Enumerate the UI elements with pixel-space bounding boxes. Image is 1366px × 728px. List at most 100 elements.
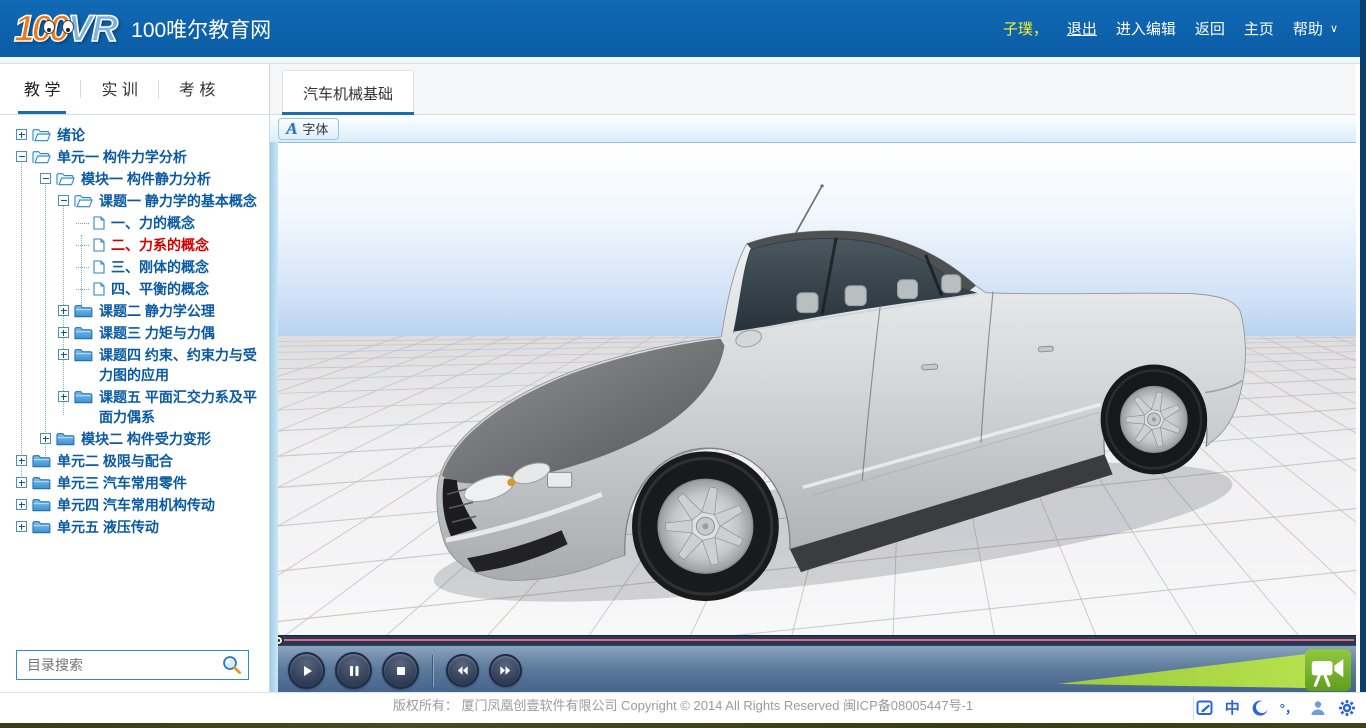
tree-item[interactable]: 单元三 汽车常用零件 [0,473,265,493]
top-header: 100 VR 100唯尔教育网 子璞， 退出 进入编辑 返回 主页 帮助 ∨ [0,0,1366,57]
tree-item[interactable]: 课题四 约束、约束力与受力图的应用 [0,345,265,385]
tree-item[interactable]: 三、刚体的概念 [0,257,265,277]
back-link[interactable]: 返回 [1195,18,1225,39]
pause-icon [346,663,362,679]
expand-icon[interactable] [58,349,69,360]
ime-punctuation[interactable]: °， [1280,702,1298,715]
controls-divider [433,655,434,687]
tree-item[interactable]: 单元二 极限与配合 [0,451,265,471]
tab-assessment[interactable]: 考 核 [173,64,221,114]
tree-item[interactable]: 一、力的概念 [0,213,265,233]
ime-fullwidth-moon-icon[interactable] [1251,699,1269,717]
ime-settings-gear-icon[interactable] [1338,699,1356,717]
search-input[interactable] [25,656,221,674]
camera-view-button[interactable] [1305,649,1351,691]
forward-button[interactable] [489,654,522,687]
speed-wedge [1058,654,1306,688]
expand-icon[interactable] [58,327,69,338]
expand-icon[interactable] [16,129,27,140]
play-icon [299,663,315,679]
font-icon: A [286,120,297,137]
tab-course-auto-mechanics[interactable]: 汽车机械基础 [282,70,414,114]
expand-icon[interactable] [16,521,27,532]
logo-100-text: 100 [14,8,67,50]
folder-closed-icon [56,432,75,446]
front-wheel [632,451,779,601]
3d-scene[interactable] [270,142,1356,635]
course-tree: 绪论 单元一 构件力学分析 模块一 构件静力分析 课题一 静力学的基本概念 [0,115,269,644]
folder-closed-icon [32,476,51,490]
sidebar-tabs: 教 学 实 训 考 核 [0,64,269,115]
folder-closed-icon [74,326,93,340]
folder-closed-icon [74,304,93,318]
car-model-viewport[interactable] [270,143,1356,635]
chevron-down-icon[interactable]: ∨ [1330,22,1338,35]
expand-icon[interactable] [58,305,69,316]
collapse-icon[interactable] [40,173,51,184]
right-edge-strip [1360,0,1366,692]
course-sidebar: 教 学 实 训 考 核 绪论 单元一 构件力 [0,64,270,692]
tab-teaching[interactable]: 教 学 [18,64,66,114]
stop-button[interactable] [382,652,419,689]
enter-edit-link[interactable]: 进入编辑 [1116,18,1176,39]
expand-icon[interactable] [16,499,27,510]
logout-link[interactable]: 退出 [1067,18,1097,39]
tree-item-selected[interactable]: 二、力系的概念 [0,235,265,255]
seek-bar[interactable] [270,635,1356,645]
font-button[interactable]: A 字体 [278,118,339,140]
tree-item[interactable]: 单元一 构件力学分析 [0,147,265,167]
tree-item[interactable]: 课题一 静力学的基本概念 [0,191,265,211]
viewer-toolbar: A 字体 [270,115,1356,142]
pause-button[interactable] [335,652,372,689]
rewind-icon [455,663,470,678]
site-title: 100唯尔教育网 [131,14,271,44]
copyright-text: 版权所有： 厦门凤凰创壹软件有限公司 Copyright © 2014 All … [0,693,1366,719]
stop-icon [393,663,409,679]
tab-divider [158,80,159,98]
tree-item[interactable]: 课题五 平面汇交力系及平面力偶系 [0,387,265,427]
document-icon [93,260,105,274]
document-icon [93,238,105,252]
tree-item[interactable]: 课题三 力矩与力偶 [0,323,265,343]
home-link[interactable]: 主页 [1244,18,1274,39]
logo-eye-icon [43,20,55,34]
folder-closed-icon [32,498,51,512]
folder-closed-icon [32,520,51,534]
document-icon [93,216,105,230]
ime-user-icon[interactable] [1309,699,1327,717]
username: 子璞， [1003,18,1048,39]
bottom-edge-strip [0,723,1366,728]
rear-wheel [1101,365,1208,475]
tree-item[interactable]: 模块一 构件静力分析 [0,169,265,189]
tree-item[interactable]: 绪论 [0,125,265,145]
folder-open-icon [32,150,51,164]
help-link[interactable]: 帮助 [1293,18,1323,39]
expand-icon[interactable] [16,477,27,488]
tree-item[interactable]: 课题二 静力学公理 [0,301,265,321]
video-camera-icon [1308,652,1348,688]
tree-connector [76,245,89,246]
main-panel: 汽车机械基础 A 字体 [270,64,1366,692]
expand-icon[interactable] [16,455,27,466]
tree-item[interactable]: 四、平衡的概念 [0,279,265,299]
rewind-button[interactable] [446,654,479,687]
page-footer: 版权所有： 厦门凤凰创壹软件有限公司 Copyright © 2014 All … [0,692,1366,728]
folder-open-icon [56,172,75,186]
tree-item[interactable]: 单元四 汽车常用机构传动 [0,495,265,515]
collapse-icon[interactable] [58,195,69,206]
site-logo[interactable]: 100 VR [14,8,117,50]
ime-input-pad-icon[interactable] [1196,699,1214,717]
tree-item[interactable]: 模块二 构件受力变形 [0,429,265,449]
content-tabbar: 汽车机械基础 [270,64,1356,115]
collapse-icon[interactable] [16,151,27,162]
tab-practice[interactable]: 实 训 [95,64,143,114]
tab-divider [80,80,81,98]
play-button[interactable] [288,652,325,689]
folder-open-icon [74,194,93,208]
seek-progress-line [283,639,1354,641]
tree-item[interactable]: 单元五 液压传动 [0,517,265,537]
ime-chinese-mode[interactable]: 中 [1225,701,1240,716]
expand-icon[interactable] [58,391,69,402]
expand-icon[interactable] [40,433,51,444]
search-icon[interactable] [221,654,243,676]
